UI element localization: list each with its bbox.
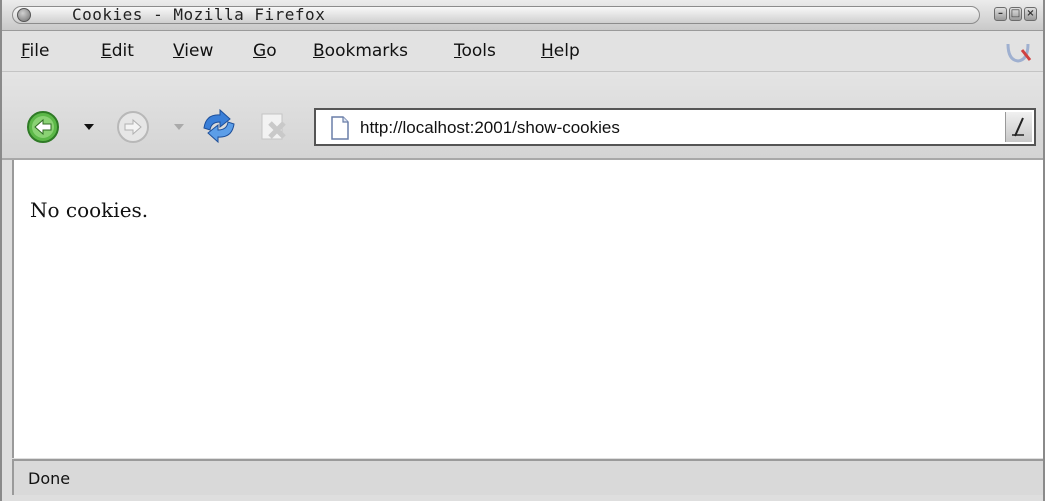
- navigation-toolbar: http://localhost:2001/show-cookies: [2, 72, 1043, 160]
- forward-arrow-icon[interactable]: [116, 110, 152, 144]
- minimize-icon[interactable]: –: [994, 7, 1007, 21]
- window-title: Cookies - Mozilla Firefox: [72, 5, 326, 24]
- menu-view[interactable]: View: [173, 41, 213, 61]
- menu-go[interactable]: Go: [253, 41, 277, 61]
- stop-icon[interactable]: [256, 109, 290, 143]
- url-bar[interactable]: http://localhost:2001/show-cookies: [314, 108, 1036, 146]
- page-document-icon: [331, 116, 349, 140]
- page-message: No cookies.: [30, 198, 149, 222]
- reload-icon[interactable]: [198, 108, 240, 144]
- url-dropdown-icon[interactable]: [1005, 112, 1032, 142]
- menu-file[interactable]: File: [21, 41, 49, 61]
- page-content: No cookies.: [12, 160, 1043, 458]
- window-controls: – □ ×: [994, 7, 1037, 21]
- forward-dropdown-icon[interactable]: [172, 122, 186, 132]
- back-arrow-icon[interactable]: [26, 110, 62, 144]
- url-text: http://localhost:2001/show-cookies: [360, 118, 620, 137]
- back-dropdown-icon[interactable]: [82, 122, 96, 132]
- window-menu-icon[interactable]: [17, 8, 31, 22]
- status-bar: Done: [12, 459, 1043, 495]
- close-icon[interactable]: ×: [1024, 7, 1037, 21]
- menu-tools[interactable]: Tools: [454, 41, 496, 61]
- menu-bookmarks[interactable]: Bookmarks: [313, 41, 408, 61]
- browser-window: Cookies - Mozilla Firefox – □ × File Edi…: [0, 0, 1045, 501]
- status-text: Done: [28, 469, 71, 488]
- throbber-icon: [1006, 43, 1032, 63]
- title-bar[interactable]: Cookies - Mozilla Firefox – □ ×: [2, 0, 1043, 31]
- menu-edit[interactable]: Edit: [101, 41, 134, 61]
- maximize-icon[interactable]: □: [1009, 7, 1022, 21]
- menu-bar: File Edit View Go Bookmarks Tools Help: [2, 31, 1043, 72]
- menu-help[interactable]: Help: [541, 41, 580, 61]
